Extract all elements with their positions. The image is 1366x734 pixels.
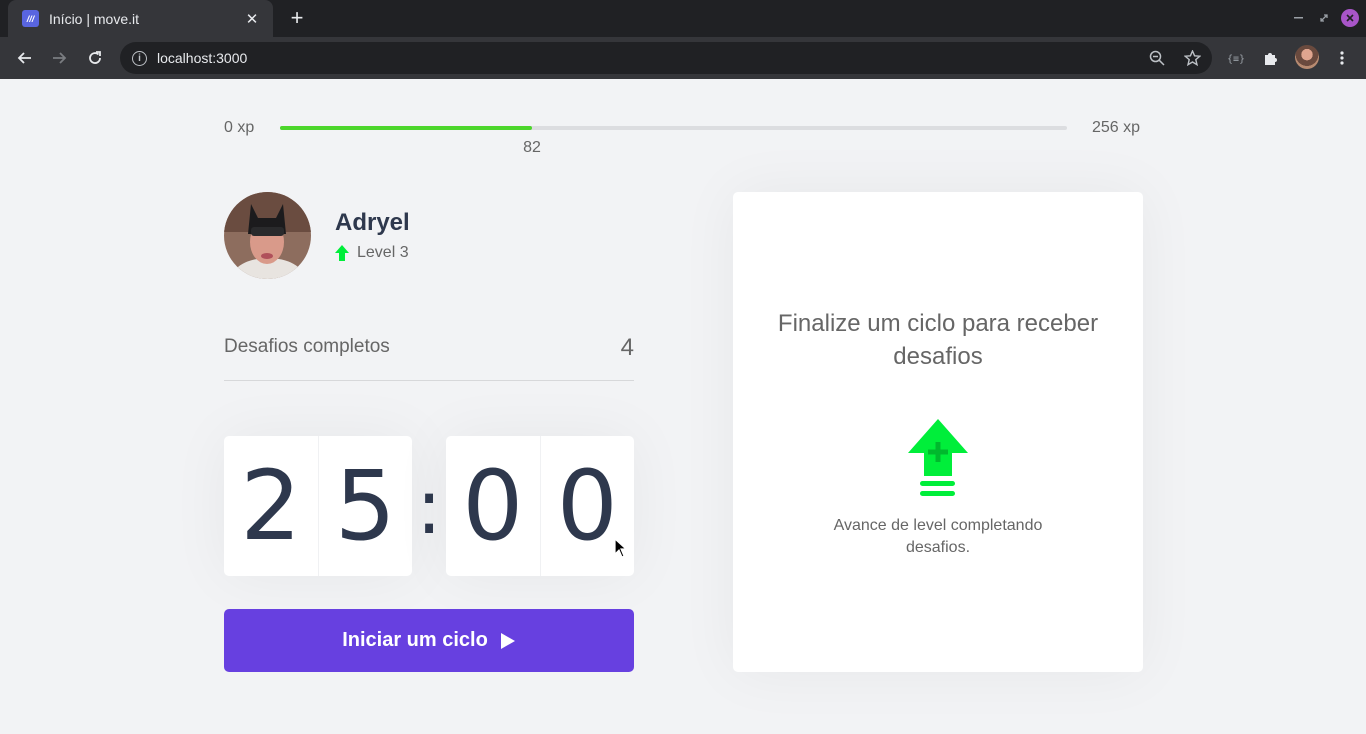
experience-bar-fill	[280, 126, 533, 130]
time-separator: :	[416, 461, 442, 551]
user-level: Level 3	[335, 244, 409, 262]
zoom-button[interactable]	[1144, 45, 1170, 71]
completed-challenges-label: Desafios completos	[224, 336, 390, 357]
tab-close-icon[interactable]: ✕	[243, 10, 261, 28]
seconds-display: 0 0	[446, 436, 634, 576]
reload-button[interactable]	[82, 45, 108, 71]
challenge-box-hint: Avance de level completando desafios.	[833, 517, 1043, 556]
forward-arrow-icon	[53, 52, 67, 64]
svg-text:{≡}: {≡}	[1227, 54, 1245, 64]
window-restore-button[interactable]	[1315, 9, 1333, 27]
moveit-favicon-icon: ///	[22, 10, 39, 27]
start-cycle-label: Iniciar um ciclo	[342, 629, 488, 651]
avatar	[224, 192, 311, 279]
mouse-pointer-icon	[614, 538, 628, 558]
xp-max-label: 256 xp	[1092, 119, 1141, 136]
minute-digit-right: 5	[317, 436, 413, 576]
extension-button[interactable]: {≡}	[1223, 45, 1249, 71]
xp-min-label: 0 xp	[224, 119, 255, 136]
chrome-menu-button[interactable]	[1329, 45, 1355, 71]
reload-icon	[89, 51, 101, 64]
browser-tab-bar: /// Início | move.it ✕ +	[0, 0, 1366, 37]
user-name: Adryel	[335, 209, 410, 236]
level-up-arrow-icon	[335, 245, 349, 261]
minimize-icon	[1294, 17, 1303, 19]
level-up-large-icon	[908, 419, 968, 496]
experience-bar	[280, 126, 1067, 130]
tab-title: Início | move.it	[49, 10, 140, 27]
xp-current-label: 82	[523, 139, 541, 156]
address-bar[interactable]: i localhost:3000	[120, 42, 1212, 74]
back-button[interactable]	[11, 45, 37, 71]
close-icon	[1346, 14, 1354, 22]
challenge-box-headline: Finalize um ciclo para receber desafios	[777, 310, 1099, 370]
url-text: localhost:3000	[157, 50, 248, 66]
back-arrow-icon	[17, 52, 31, 64]
bookmark-button[interactable]	[1179, 45, 1205, 71]
restore-icon	[1320, 14, 1328, 22]
forward-button[interactable]	[47, 45, 73, 71]
user-photo	[224, 192, 311, 279]
browser-toolbar: i localhost:3000 {≡}	[0, 37, 1366, 79]
extension-braces-icon: {≡}	[1227, 54, 1245, 64]
minute-digit-left: 2	[240, 450, 302, 562]
extensions-menu-button[interactable]	[1258, 45, 1284, 71]
countdown-timer: 2 5 : 0 0	[224, 436, 634, 576]
window-close-button[interactable]	[1341, 9, 1359, 27]
level-label: Level 3	[357, 244, 409, 261]
zoom-out-icon	[1149, 50, 1165, 66]
window-minimize-button[interactable]	[1290, 9, 1308, 27]
completed-challenges: Desafios completos 4	[224, 334, 634, 381]
minutes-display: 2 5	[224, 436, 412, 576]
start-cycle-button[interactable]: Iniciar um ciclo	[224, 609, 634, 672]
completed-challenges-count: 4	[620, 334, 634, 361]
browser-tab[interactable]: /// Início | move.it ✕	[8, 0, 273, 37]
new-tab-button[interactable]: +	[284, 5, 310, 31]
star-icon	[1183, 50, 1201, 66]
play-icon	[500, 632, 515, 649]
challenge-box: Finalize um ciclo para receber desafios …	[733, 192, 1143, 672]
more-vertical-icon	[1340, 51, 1344, 65]
puzzle-icon	[1265, 53, 1277, 65]
browser-profile-avatar[interactable]	[1295, 45, 1319, 69]
second-digit-left: 0	[462, 450, 524, 562]
site-info-icon[interactable]: i	[132, 50, 147, 66]
